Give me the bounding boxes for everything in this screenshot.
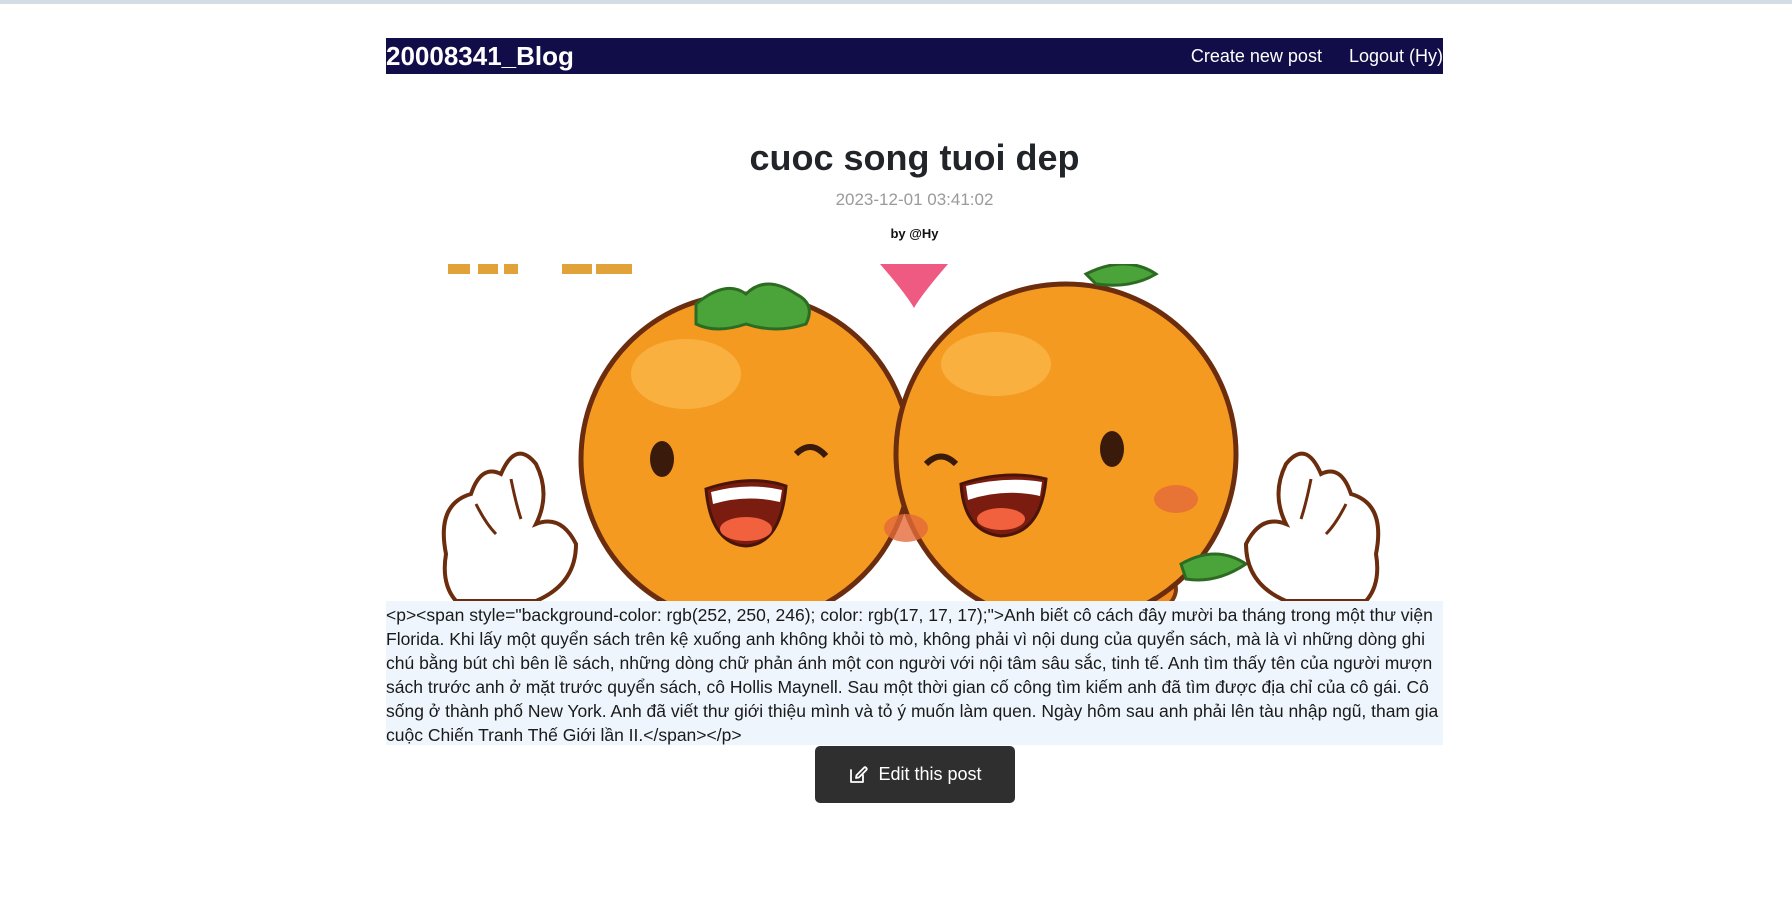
post-title: cuoc song tuoi dep: [749, 137, 1080, 178]
oranges-illustration: [441, 264, 1381, 601]
edit-post-button[interactable]: Edit this post: [815, 746, 1015, 803]
navbar: 20008341_Blog Create new post Logout (Hy…: [386, 38, 1443, 74]
nav-links: Create new post Logout (Hy): [1191, 46, 1443, 67]
brand-logo-link[interactable]: 20008341_Blog: [386, 38, 574, 74]
top-strip: [0, 0, 1792, 4]
post-author: by @Hy: [890, 226, 939, 241]
create-post-link[interactable]: Create new post: [1191, 46, 1322, 67]
logout-link[interactable]: Logout (Hy): [1349, 46, 1443, 67]
post-date: 2023-12-01 03:41:02: [835, 190, 994, 209]
page-container: 20008341_Blog Create new post Logout (Hy…: [386, 38, 1443, 803]
pencil-square-icon: [850, 765, 869, 783]
post-image: [386, 264, 1443, 601]
edit-post-label: Edit this post: [878, 764, 982, 784]
post-content: <p><span style="background-color: rgb(25…: [386, 601, 1443, 745]
